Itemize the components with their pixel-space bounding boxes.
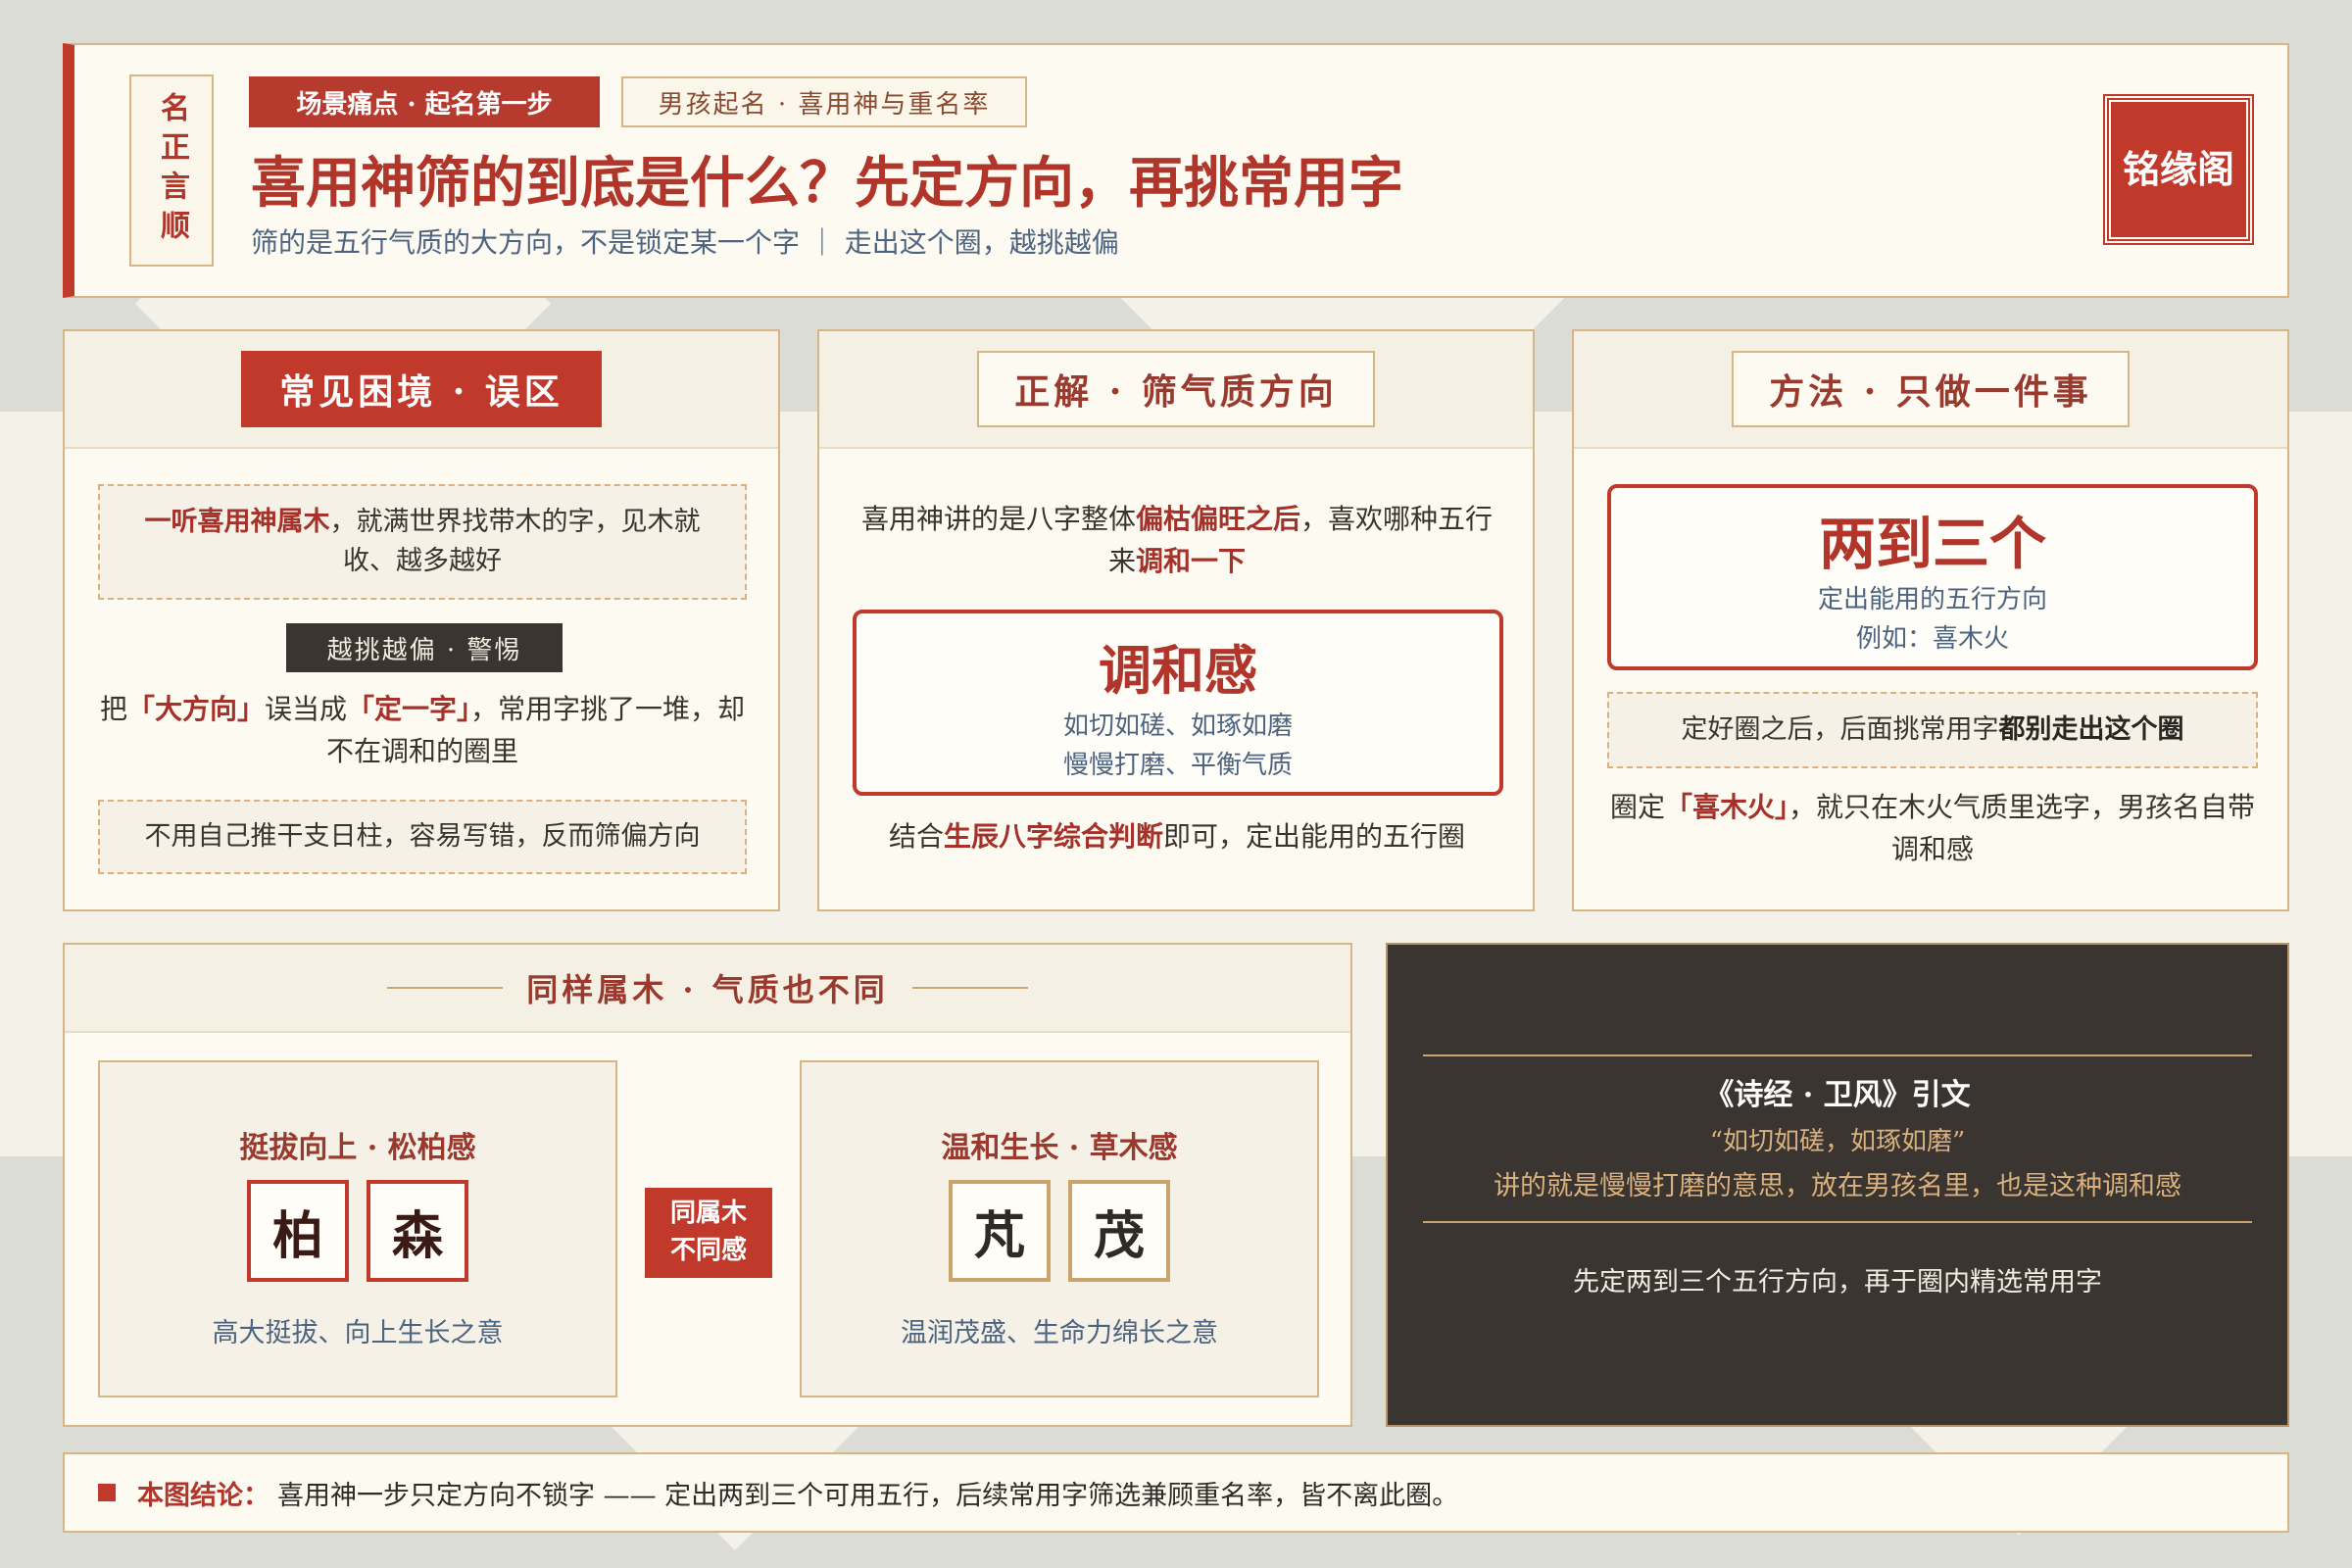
conclusion-marker-icon	[98, 1484, 116, 1501]
correct-intro: 喜用神讲的是八字整体偏枯偏旺之后，喜欢哪种五行来调和一下	[860, 503, 1494, 578]
vertical-seal: 名正言顺	[129, 74, 214, 267]
vertical-seal-text: 名正言顺	[155, 92, 189, 249]
misread-card-title: 常见困境 · 误区	[241, 351, 602, 427]
page-subtitle: 筛的是五行气质的大方向，不是锁定某一个字 ｜ 走出这个圈，越挑越偏	[251, 226, 1119, 259]
brand-seal-logo: 铭缘阁	[2103, 94, 2254, 245]
method-explanation: 圈定「喜木火」，就只在木火气质里选字，男孩名自带调和感	[1609, 791, 2256, 866]
quote-citation: “如切如磋，如琢如磨”	[1709, 1127, 1966, 1156]
misread-explanation: 把「大方向」误当成「定一字」，常用字挑了一堆，却不在调和的圈里	[99, 693, 746, 768]
misread-card-header: 常见困境 · 误区	[65, 331, 778, 449]
grass-style-title: 温和生长 · 草木感	[941, 1131, 1178, 1165]
misread-example-highlight: 一听喜用神属木	[144, 506, 330, 537]
grass-style-box: 温和生长 · 草木感 芃 茂 温润茂盛、生命力绵长之意	[800, 1060, 1319, 1397]
quote-footer: 先定两到三个五行方向，再于圈内精选常用字	[1573, 1267, 2102, 1298]
grass-style-chars: 芃 茂	[802, 1180, 1317, 1282]
header-rule-left	[387, 987, 504, 989]
correct-outro: 结合生辰八字综合判断即可，定出能用的五行圈	[888, 820, 1466, 853]
correct-card-title: 正解 · 筛气质方向	[977, 351, 1375, 427]
misread-note-box: 不用自己推干支日柱，容易写错，反而筛偏方向	[98, 800, 747, 874]
quote-panel: 《诗经 · 卫风》引文 “如切如磋，如琢如磨” 讲的就是慢慢打磨的意思，放在男孩…	[1386, 943, 2289, 1427]
header-rule-right	[911, 987, 1028, 989]
method-card-header: 方法 · 只做一件事	[1574, 331, 2287, 449]
method-card: 方法 · 只做一件事 两到三个 定出能用的五行方向 例如：喜木火 定好圈之后，后…	[1572, 329, 2289, 911]
pine-style-desc: 高大挺拔、向上生长之意	[212, 1318, 504, 1348]
two-three-focus-box: 两到三个 定出能用的五行方向 例如：喜木火	[1607, 484, 2258, 670]
grass-style-desc: 温润茂盛、生命力绵长之意	[901, 1318, 1218, 1348]
harmony-focus-box: 调和感 如切如磋、如琢如磨 慢慢打磨、平衡气质	[853, 610, 1503, 796]
harmony-desc-2: 慢慢打磨、平衡气质	[1062, 751, 1293, 781]
pine-style-title: 挺拔向上 · 松柏感	[239, 1131, 476, 1165]
pine-style-chars: 柏 森	[100, 1180, 615, 1282]
scene-tag: 场景痛点 · 起名第一步	[249, 76, 600, 127]
name-char: 芃	[949, 1180, 1051, 1282]
harmony-focus-word: 调和感	[1099, 639, 1257, 702]
page-title: 喜用神筛的到底是什么？先定方向，再挑常用字	[251, 151, 1403, 216]
quote-explanation: 讲的就是慢慢打磨的意思，放在男孩名里，也是这种调和感	[1494, 1171, 2181, 1201]
correct-card-header: 正解 · 筛气质方向	[819, 331, 1533, 449]
method-rule-box: 定好圈之后，后面挑常用字都别走出这个圈	[1607, 692, 2258, 768]
method-card-title: 方法 · 只做一件事	[1732, 351, 2130, 427]
conclusion-label: 本图结论：	[137, 1480, 270, 1511]
quote-rule-top	[1423, 1054, 2252, 1056]
wood-comparison-title: 同样属木 · 气质也不同	[526, 971, 889, 1008]
method-desc-2: 例如：喜木火	[1855, 624, 2009, 655]
harmony-desc-1: 如切如磋、如琢如磨	[1062, 711, 1293, 741]
correct-card: 正解 · 筛气质方向 喜用神讲的是八字整体偏枯偏旺之后，喜欢哪种五行来调和一下 …	[817, 329, 1535, 911]
warning-badge: 越挑越偏 · 警惕	[286, 623, 563, 672]
name-char: 柏	[247, 1180, 349, 1282]
quote-rule-bottom	[1423, 1221, 2252, 1223]
wood-comparison-panel: 同样属木 · 气质也不同 挺拔向上 · 松柏感 柏 森 高大挺拔、向上生长之意 …	[63, 943, 1352, 1427]
quote-title: 《诗经 · 卫风》引文	[1704, 1078, 1971, 1112]
name-char: 森	[367, 1180, 468, 1282]
misread-example-box: 一听喜用神属木，就满世界找带木的字，见木就收、越多越好	[98, 484, 747, 600]
same-wood-badge: 同属木 不同感	[645, 1188, 772, 1278]
misread-note-text: 不用自己推干支日柱，容易写错，反而筛偏方向	[144, 820, 701, 852]
conclusion-text: 喜用神一步只定方向不锁字 —— 定出两到三个可用五行，后续常用字筛选兼顾重名率，…	[277, 1480, 1459, 1511]
header-panel: 名正言顺 场景痛点 · 起名第一步 男孩起名 · 喜用神与重名率 喜用神筛的到底…	[63, 43, 2289, 298]
two-three-focus-word: 两到三个	[1818, 511, 2046, 577]
pine-style-box: 挺拔向上 · 松柏感 柏 森 高大挺拔、向上生长之意	[98, 1060, 617, 1397]
misread-example-text: ，就满世界找带木的字，见木就收、越多越好	[329, 506, 701, 577]
misread-card: 常见困境 · 误区 一听喜用神属木，就满世界找带木的字，见木就收、越多越好 越挑…	[63, 329, 780, 911]
topic-tag: 男孩起名 · 喜用神与重名率	[621, 76, 1027, 127]
conclusion-bar: 本图结论： 喜用神一步只定方向不锁字 —— 定出两到三个可用五行，后续常用字筛选…	[63, 1452, 2289, 1533]
wood-comparison-header: 同样属木 · 气质也不同	[65, 945, 1350, 1033]
method-desc-1: 定出能用的五行方向	[1817, 585, 2047, 614]
name-char: 茂	[1068, 1180, 1170, 1282]
